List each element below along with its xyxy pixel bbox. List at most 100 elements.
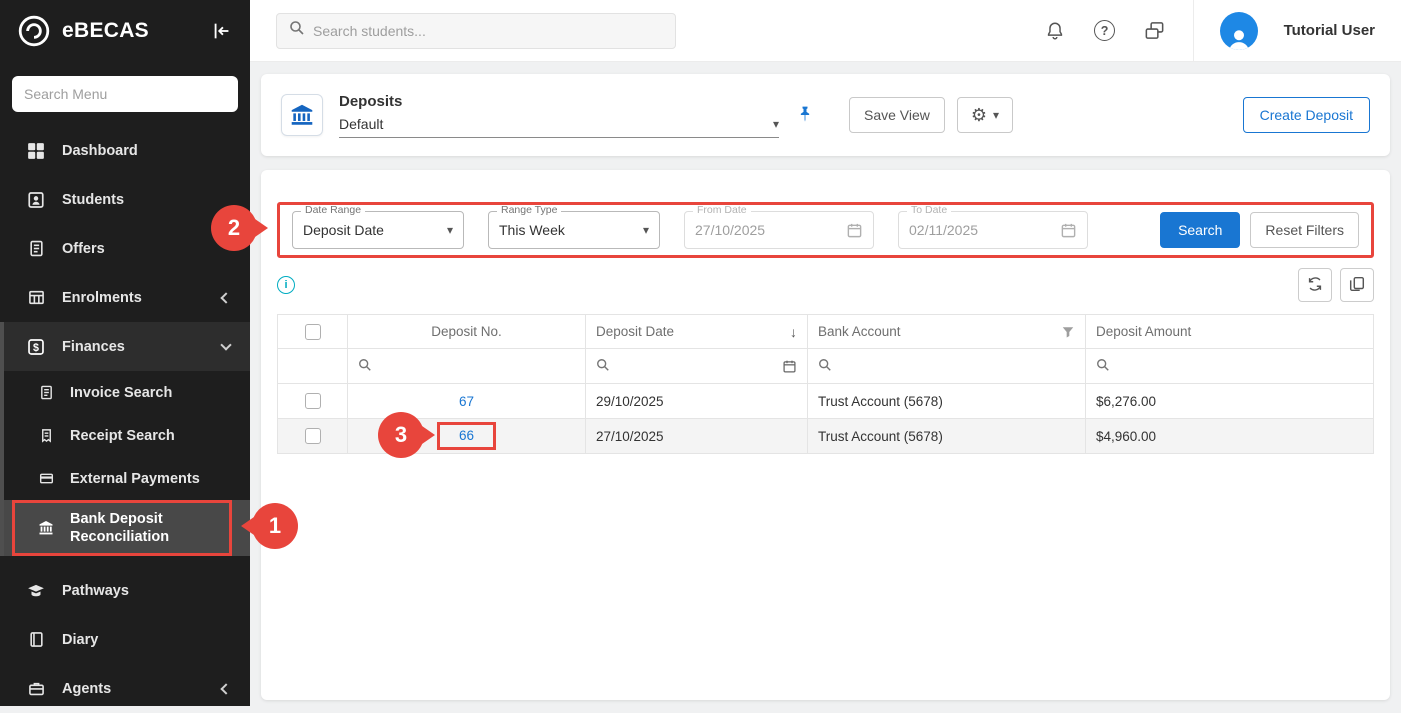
sidebar-search-input[interactable] — [12, 76, 238, 112]
sidebar-item-receipt-search[interactable]: Receipt Search — [0, 414, 250, 457]
sidebar-header: eBECAS — [0, 0, 250, 62]
column-header-deposit-date[interactable]: Deposit Date ↓ — [586, 315, 808, 349]
chevron-down-icon: ▾ — [439, 223, 453, 237]
search-icon — [289, 20, 305, 41]
sidebar-item-label: Dashboard — [62, 143, 138, 159]
deposits-header-card: Deposits Default ▾ Save View ⚙ ▾ Create … — [261, 74, 1390, 156]
from-date-label: From Date — [693, 205, 751, 216]
sidebar-item-dashboard[interactable]: Dashboard — [0, 126, 250, 175]
deposit-no-cell: 67 — [348, 384, 586, 419]
pin-icon[interactable] — [795, 105, 815, 125]
chevron-down-icon: ▾ — [993, 108, 999, 122]
sidebar-item-pathways[interactable]: Pathways — [0, 566, 250, 615]
sidebar-item-bank-deposit-reconciliation[interactable]: Bank Deposit Reconciliation — [0, 500, 250, 556]
chevron-left-icon — [220, 292, 231, 303]
column-header-deposit-no[interactable]: Deposit No. — [348, 315, 586, 349]
table-row: 66 27/10/2025 Trust Account (5678) $4,96… — [278, 419, 1374, 454]
bank-account-cell: Trust Account (5678) — [808, 419, 1086, 454]
students-icon — [26, 191, 46, 209]
deposit-date-cell: 29/10/2025 — [586, 384, 808, 419]
column-header-deposit-amount[interactable]: Deposit Amount — [1086, 315, 1374, 349]
sidebar-item-diary[interactable]: Diary — [0, 615, 250, 664]
select-all-checkbox[interactable] — [305, 324, 321, 340]
search-icon — [596, 358, 610, 375]
create-deposit-button[interactable]: Create Deposit — [1243, 97, 1370, 133]
annotation-callout-3: 3 — [378, 412, 424, 458]
search-icon — [358, 360, 372, 375]
diary-icon — [26, 631, 46, 648]
help-icon[interactable]: ? — [1093, 19, 1117, 43]
external-payments-icon — [36, 471, 56, 486]
deposit-link[interactable]: 66 — [459, 428, 474, 443]
table-filter-row — [278, 349, 1374, 384]
finances-group-indicator — [0, 322, 4, 556]
refresh-button[interactable] — [1298, 268, 1332, 302]
row-checkbox[interactable] — [305, 428, 321, 444]
from-date-field[interactable]: From Date 27/10/2025 — [684, 211, 874, 249]
collapse-sidebar-icon[interactable] — [210, 19, 234, 43]
sort-descending-icon[interactable]: ↓ — [790, 324, 797, 340]
column-header-bank-account[interactable]: Bank Account — [808, 315, 1086, 349]
search-button[interactable]: Search — [1160, 212, 1240, 248]
filter-bar-annotation-box: Date Range Deposit Date ▾ Range Type Thi… — [277, 202, 1374, 258]
annotation-callout-1: 1 — [252, 503, 298, 549]
settings-gear-button[interactable]: ⚙ ▾ — [957, 97, 1013, 133]
to-date-label: To Date — [907, 205, 951, 216]
question-mark: ? — [1094, 20, 1115, 41]
sidebar-item-enrolments[interactable]: Enrolments — [0, 273, 250, 322]
gear-icon: ⚙ — [971, 105, 987, 126]
windows-icon[interactable] — [1143, 19, 1167, 43]
date-range-select[interactable]: Date Range Deposit Date ▾ — [292, 211, 464, 249]
sidebar-item-label: Invoice Search — [70, 385, 172, 401]
row-checkbox[interactable] — [305, 393, 321, 409]
deposits-table: Deposit No. Deposit Date ↓ Bank Account … — [277, 314, 1374, 454]
reset-filters-button[interactable]: Reset Filters — [1250, 212, 1359, 248]
filter-funnel-icon[interactable] — [1061, 325, 1075, 339]
filter-cell-deposit-amount[interactable] — [1086, 349, 1374, 384]
bank-account-cell: Trust Account (5678) — [808, 384, 1086, 419]
refresh-icon — [1306, 275, 1324, 296]
chevron-left-icon — [220, 683, 231, 694]
filter-cell-empty — [278, 349, 348, 384]
sidebar-item-label: Bank Deposit Reconciliation — [70, 510, 192, 546]
sidebar: eBECAS Dashboard Students Offers Enrolme… — [0, 0, 250, 706]
from-date-value: 27/10/2025 — [695, 222, 765, 238]
chevron-down-icon — [220, 339, 231, 350]
topbar-divider — [1193, 0, 1194, 62]
deposit-amount-cell: $4,960.00 — [1086, 419, 1374, 454]
view-selector-value: Default — [339, 116, 383, 132]
calendar-icon[interactable] — [782, 359, 797, 374]
deposit-amount-cell: $6,276.00 — [1086, 384, 1374, 419]
annotation-callout-2: 2 — [211, 205, 257, 251]
enrolments-icon — [26, 289, 46, 306]
filter-cell-bank-account[interactable] — [808, 349, 1086, 384]
column-label: Deposit Date — [596, 324, 674, 339]
calendar-icon — [846, 222, 863, 239]
student-search-input[interactable] — [313, 23, 663, 39]
dashboard-icon — [26, 142, 46, 160]
sidebar-item-label: Agents — [62, 681, 111, 697]
finances-icon: $ — [26, 338, 46, 356]
avatar[interactable] — [1220, 12, 1258, 50]
range-type-select[interactable]: Range Type This Week ▾ — [488, 211, 660, 249]
invoice-search-icon — [36, 385, 56, 400]
bank-icon — [36, 520, 56, 536]
main-content: Deposits Default ▾ Save View ⚙ ▾ Create … — [250, 62, 1401, 706]
deposit-link[interactable]: 67 — [459, 394, 474, 409]
sidebar-item-label: Diary — [62, 632, 98, 648]
student-search — [276, 13, 676, 49]
view-selector[interactable]: Default ▾ — [339, 116, 779, 138]
export-copy-button[interactable] — [1340, 268, 1374, 302]
sidebar-item-external-payments[interactable]: External Payments — [0, 457, 250, 500]
pathways-icon — [26, 582, 46, 600]
receipt-search-icon — [36, 428, 56, 443]
to-date-field[interactable]: To Date 02/11/2025 — [898, 211, 1088, 249]
filter-cell-deposit-no[interactable] — [348, 349, 586, 384]
sidebar-item-invoice-search[interactable]: Invoice Search — [0, 371, 250, 414]
deposit-date-cell: 27/10/2025 — [586, 419, 808, 454]
save-view-button[interactable]: Save View — [849, 97, 945, 133]
info-icon[interactable]: i — [277, 276, 295, 294]
notifications-bell-icon[interactable] — [1043, 19, 1067, 43]
sidebar-item-finances[interactable]: $ Finances — [0, 322, 250, 371]
filter-cell-deposit-date[interactable] — [586, 349, 808, 384]
